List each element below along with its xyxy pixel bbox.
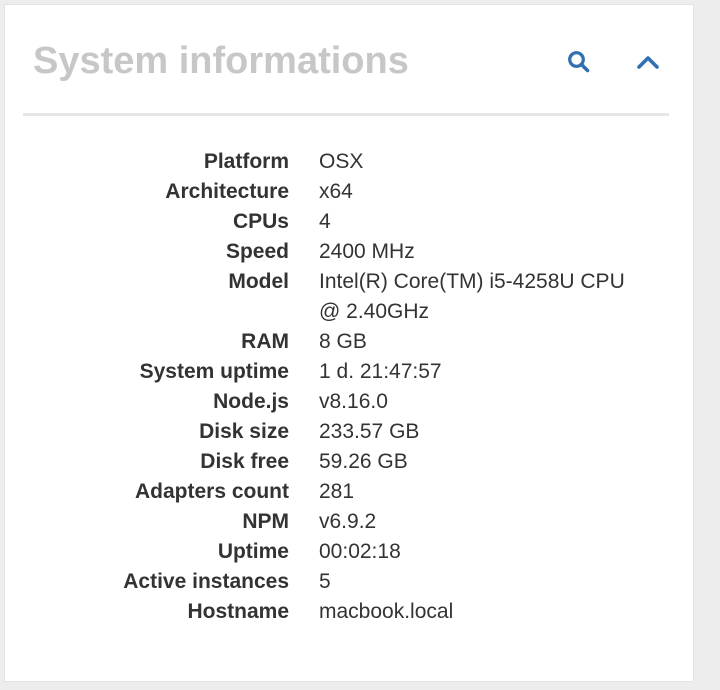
search-button[interactable] [566, 49, 592, 75]
info-row-disk-free: Disk free 59.26 GB [23, 447, 673, 477]
info-row-model: Model Intel(R) Core(TM) i5-4258U CPU @ 2… [23, 267, 673, 327]
panel-header: System informations [23, 5, 669, 116]
info-label: Active instances [123, 570, 289, 593]
info-value: Intel(R) Core(TM) i5-4258U CPU @ 2.40GHz [319, 270, 625, 323]
info-row-disk-size: Disk size 233.57 GB [23, 417, 673, 447]
collapse-button[interactable] [635, 49, 661, 75]
info-label: NPM [242, 510, 289, 533]
info-value: v8.16.0 [319, 390, 388, 413]
info-value: 59.26 GB [319, 450, 408, 473]
info-row-cpus: CPUs 4 [23, 207, 673, 237]
system-info-panel: System informations Platform OSX Archite… [4, 4, 694, 682]
info-value: macbook.local [319, 600, 454, 623]
info-value: 281 [319, 480, 355, 503]
info-row-speed: Speed 2400 MHz [23, 237, 673, 267]
info-label: CPUs [232, 210, 289, 233]
info-value: x64 [319, 180, 353, 203]
system-info-list: Platform OSX Architecture x64 CPUs 4 Spe… [23, 147, 673, 627]
info-value: OSX [319, 150, 364, 173]
info-label: Hostname [187, 600, 289, 623]
info-row-ram: RAM 8 GB [23, 327, 673, 357]
search-icon [566, 49, 592, 75]
info-row-uptime: Uptime 00:02:18 [23, 537, 673, 567]
info-row-nodejs: Node.js v8.16.0 [23, 387, 673, 417]
info-row-active-instances: Active instances 5 [23, 567, 673, 597]
info-label: Speed [225, 240, 289, 263]
info-label: Disk size [199, 420, 289, 443]
info-value: 1 d. 21:47:57 [319, 360, 442, 383]
info-label: Platform [203, 150, 289, 173]
info-label: Model [228, 270, 289, 293]
info-row-platform: Platform OSX [23, 147, 673, 177]
info-value: 5 [319, 570, 331, 593]
info-row-npm: NPM v6.9.2 [23, 507, 673, 537]
info-label: Node.js [213, 390, 289, 413]
info-label: Architecture [165, 180, 289, 203]
info-value: 8 GB [319, 330, 367, 353]
info-label: Disk free [200, 450, 289, 473]
info-row-adapters-count: Adapters count 281 [23, 477, 673, 507]
info-row-architecture: Architecture x64 [23, 177, 673, 207]
info-label: RAM [241, 330, 289, 353]
info-value: v6.9.2 [319, 510, 377, 533]
info-value: 4 [319, 210, 331, 233]
info-label: Adapters count [134, 480, 289, 503]
info-row-system-uptime: System uptime 1 d. 21:47:57 [23, 357, 673, 387]
info-value: 233.57 GB [319, 420, 420, 443]
chevron-up-icon [635, 49, 661, 75]
info-label: System uptime [139, 360, 289, 383]
info-value: 2400 MHz [319, 240, 415, 263]
info-value: 00:02:18 [319, 540, 401, 563]
info-label: Uptime [217, 540, 289, 563]
panel-title: System informations [33, 40, 409, 82]
info-row-hostname: Hostname macbook.local [23, 597, 673, 627]
